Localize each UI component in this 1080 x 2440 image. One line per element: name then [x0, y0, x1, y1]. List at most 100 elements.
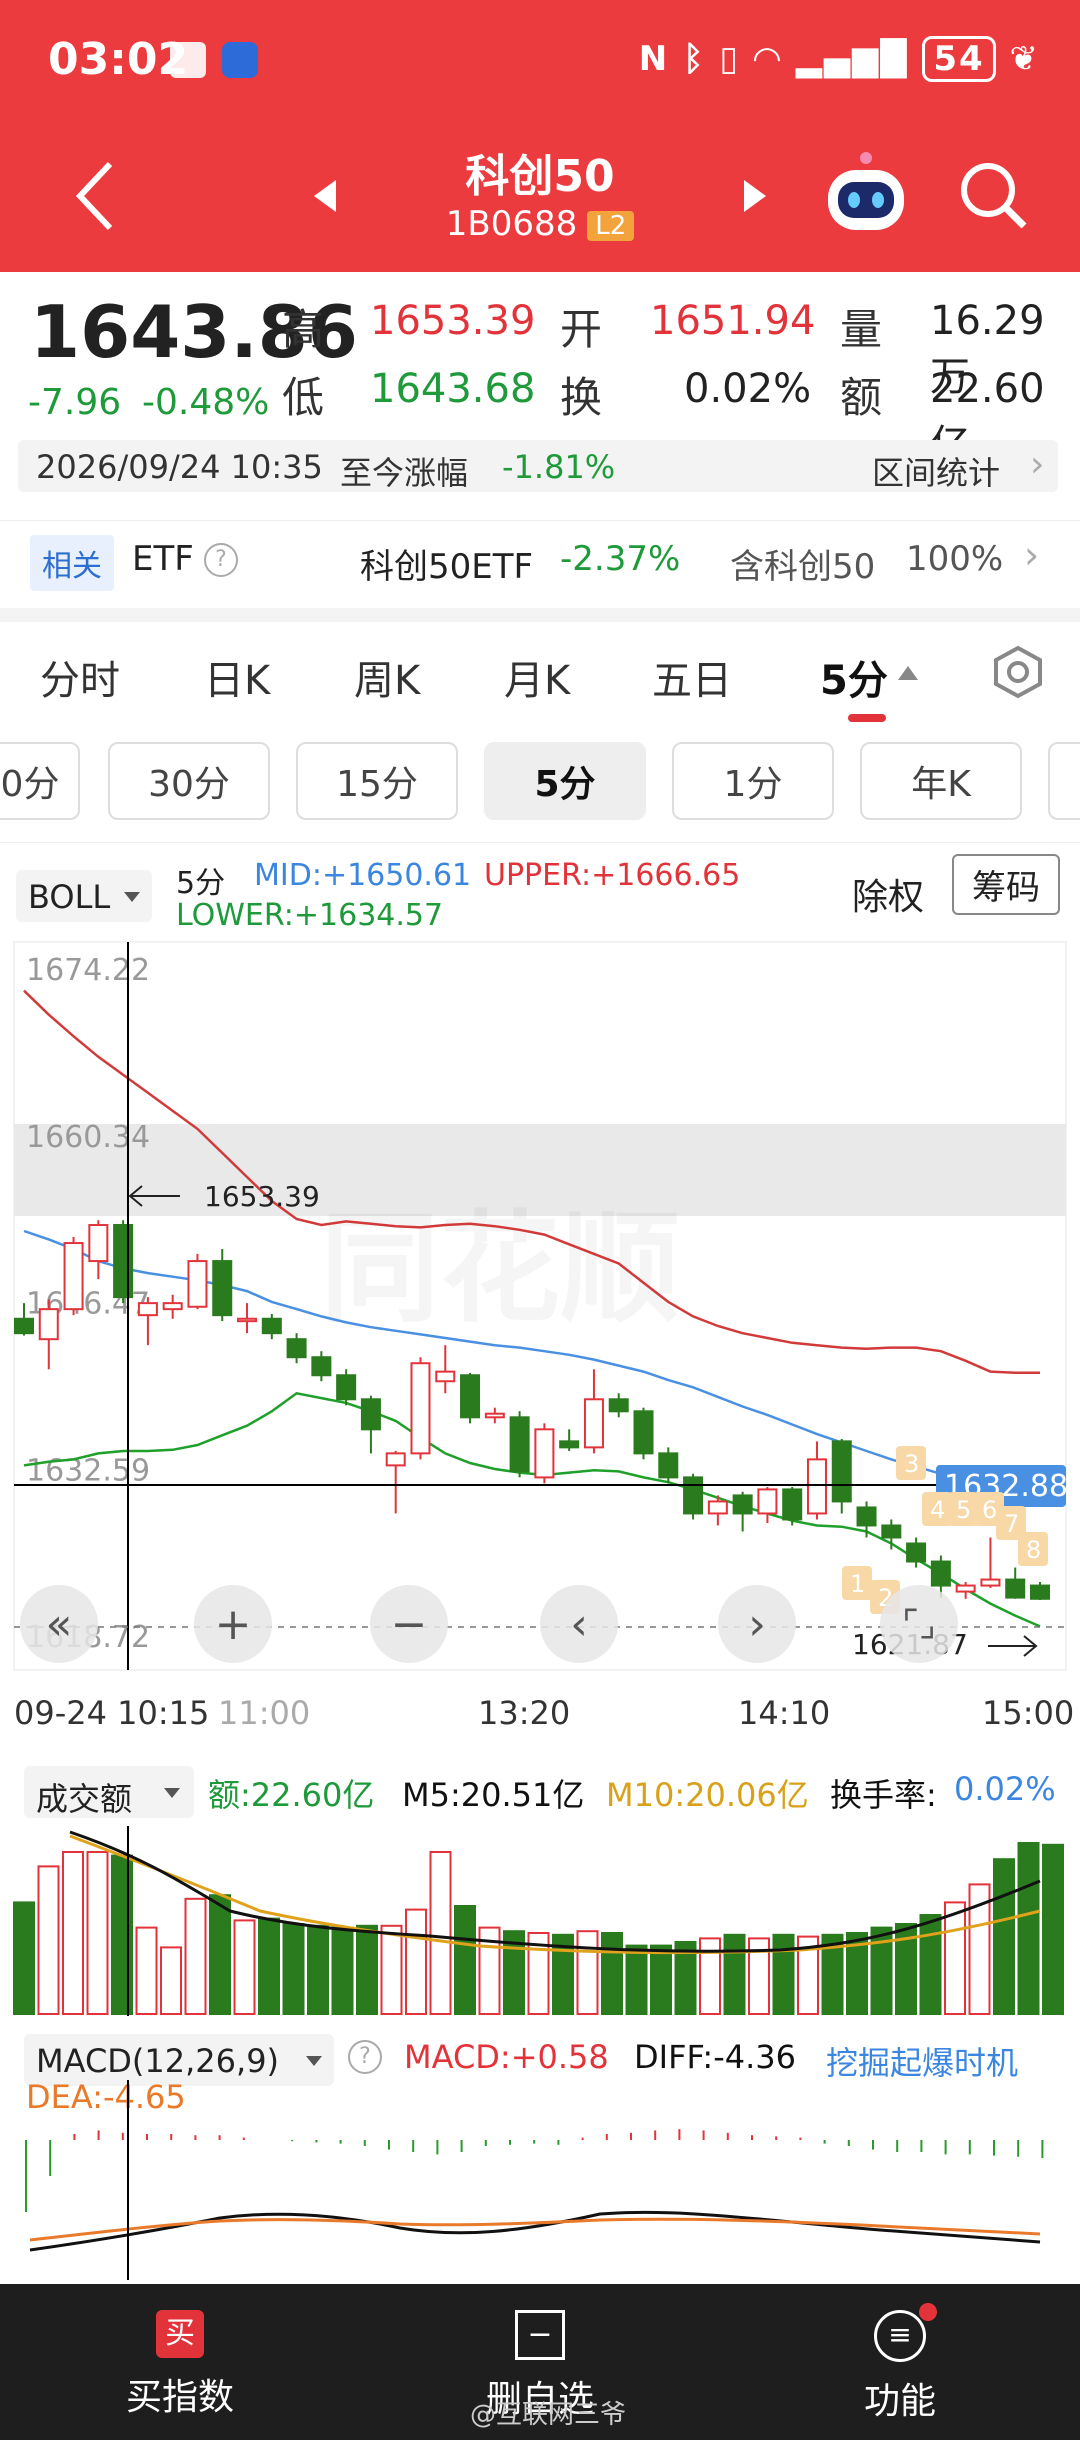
zoom-out-button[interactable]: −	[370, 1585, 448, 1663]
candle-body	[509, 1416, 530, 1473]
indicator-selector-boll[interactable]: BOLL	[16, 870, 152, 922]
period-pill-5min[interactable]: 5分	[484, 742, 646, 820]
volume-bar	[723, 1933, 746, 2015]
candle-body	[806, 1458, 827, 1515]
candle-body	[360, 1398, 381, 1431]
open-label: 开	[560, 305, 603, 354]
diff-line	[29, 2210, 1041, 2252]
fullscreen-button[interactable]: ⌜⌟	[880, 1585, 958, 1663]
search-icon[interactable]	[956, 158, 1032, 234]
ex-rights-toggle[interactable]: 除权	[852, 868, 924, 920]
volume-bar	[62, 1851, 84, 2015]
candle-body	[707, 1500, 728, 1515]
settings-hex-icon[interactable]	[990, 644, 1046, 700]
dropdown-icon	[306, 2056, 322, 2066]
event-badge-5: 5	[956, 1496, 971, 1524]
candle-body	[559, 1440, 580, 1449]
scroll-left-button[interactable]: ‹	[540, 1585, 618, 1663]
nfc-icon: N	[638, 39, 670, 79]
volume-bar	[13, 1901, 35, 2015]
macd-chart[interactable]	[0, 2080, 1080, 2280]
x-tick: 09-24 10:15	[14, 1694, 210, 1732]
volume-label: 量	[840, 305, 883, 354]
x-axis: 09-24 10:15 11:00 13:20 14:10 15:00	[0, 1680, 1080, 1740]
etf-row[interactable]: 相关 ETF ? 科创50ETF -2.37% 含科创50 100% ›	[0, 520, 1080, 601]
candle-body	[980, 1578, 1001, 1587]
menu-circle-icon: ≡	[874, 2303, 937, 2362]
y-tick: 1674.22	[26, 953, 150, 988]
period-pill-1min[interactable]: 1分	[672, 742, 834, 820]
function-button[interactable]: ≡ 功能	[790, 2290, 1010, 2424]
period-pill-year-k[interactable]: 年K	[860, 742, 1022, 820]
candle-body	[14, 1317, 34, 1335]
prev-stock-icon[interactable]	[310, 176, 340, 216]
volume-bar	[356, 1924, 378, 2015]
event-badge-1: 1	[850, 1570, 865, 1598]
range-stat-label: 区间统计	[872, 454, 1001, 492]
volume-bar	[184, 1897, 207, 2015]
m10-indicator: M10:20.06亿	[606, 1776, 809, 1814]
event-badge-8: 8	[1026, 1536, 1041, 1564]
dropdown-icon	[164, 1788, 180, 1798]
zoom-in-button[interactable]: +	[194, 1585, 272, 1663]
tab-daily-k[interactable]: 日K	[204, 648, 270, 706]
period-pill-label: 5分	[534, 764, 596, 805]
tab-weekly-k[interactable]: 周K	[354, 648, 420, 706]
period-pill-partial[interactable]: 0分	[0, 742, 80, 820]
help-icon[interactable]: ?	[204, 543, 238, 577]
turnover-rate-value: 0.02%	[954, 1770, 1056, 1808]
indicator-selector-amount[interactable]: 成交额	[24, 1766, 194, 1818]
candle-body	[38, 1308, 59, 1341]
low-label: 低	[282, 373, 325, 422]
header-bar: 03:02 N ᛒ ▯ ◠ ▂▄▆█ 54 ❦ 科创50 1B0688 L2	[0, 0, 1080, 272]
level2-badge: L2	[587, 210, 635, 241]
candle-body	[583, 1398, 604, 1449]
volume-bar	[650, 1944, 672, 2015]
y-tick: 1660.34	[26, 1120, 150, 1155]
volume-bar	[454, 1905, 476, 2015]
buy-index-button[interactable]: 买 买指数	[70, 2290, 290, 2420]
volume-bar	[331, 1926, 354, 2015]
tab-5min[interactable]: 5分	[820, 648, 888, 706]
status-icons: N ᛒ ▯ ◠ ▂▄▆█ 54 ❦	[639, 36, 1040, 82]
boll-period: 5分	[176, 866, 226, 901]
period-pill-more[interactable]	[1048, 742, 1080, 820]
low-value: 1643.68	[370, 366, 536, 412]
wifi-icon: ◠	[753, 39, 783, 79]
period-pill-30min[interactable]: 30分	[108, 742, 270, 820]
volume-bar	[209, 1894, 231, 2015]
help-icon[interactable]: ?	[348, 2040, 382, 2074]
signal-icon: ▂▄▆█	[795, 39, 909, 79]
volume-bar	[625, 1944, 648, 2015]
x-tick: 14:10	[738, 1694, 831, 1732]
next-stock-icon[interactable]	[740, 176, 770, 216]
event-badge-6: 6	[982, 1496, 997, 1524]
amount-indicator: 额:22.60亿	[208, 1776, 375, 1814]
candle-body	[831, 1440, 852, 1503]
back-arrow-icon[interactable]	[70, 158, 120, 234]
event-badge-4: 4	[930, 1496, 945, 1524]
explore-link[interactable]: 挖掘起爆时机	[826, 2038, 1018, 2084]
chips-button[interactable]: 筹码	[952, 854, 1060, 915]
range-stat-bar[interactable]: 2026/09/24 10:35 至今涨幅 -1.81% 区间统计 ›	[18, 440, 1058, 492]
candle-body	[286, 1338, 307, 1359]
robot-assistant-icon[interactable]	[822, 150, 910, 238]
tab-monthly-k[interactable]: 月K	[504, 648, 570, 706]
volume-chart[interactable]	[0, 1826, 1080, 2016]
period-pill-15min[interactable]: 15分	[296, 742, 458, 820]
candle-body	[261, 1317, 282, 1335]
scroll-right-button[interactable]: ›	[718, 1585, 796, 1663]
tab-five-day[interactable]: 五日	[652, 648, 732, 706]
vibrate-icon: ▯	[719, 39, 741, 79]
candlestick-chart[interactable]: 同花顺 1674.221660.341646.471632.591618.72 …	[0, 940, 1080, 1680]
volume-bar	[944, 1901, 966, 2015]
open-value: 1651.94	[650, 298, 816, 344]
tab-intraday[interactable]: 分时	[40, 648, 120, 706]
chevron-right-icon: ›	[1024, 533, 1040, 577]
boll-lower: LOWER:+1634.57	[176, 898, 444, 933]
bluetooth-icon: ᛒ	[683, 39, 706, 79]
boll-upper: UPPER:+1666.65	[484, 858, 741, 893]
macd-value: MACD:+0.58	[404, 2038, 609, 2076]
scroll-left-fast-button[interactable]: «	[20, 1585, 98, 1663]
volume-bar	[380, 1924, 403, 2015]
